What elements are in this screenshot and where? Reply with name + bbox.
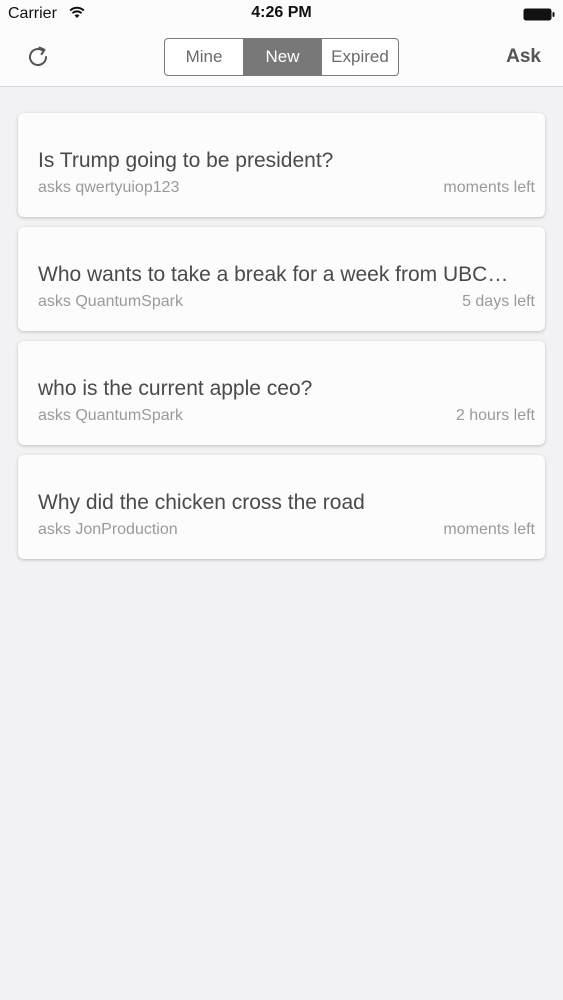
refresh-button[interactable] (22, 41, 54, 73)
question-title: Why did the chicken cross the road (38, 491, 365, 514)
tab-expired[interactable]: Expired (321, 39, 398, 75)
tab-mine-label: Mine (185, 47, 223, 66)
question-time-left: 2 hours left (455, 407, 535, 424)
filter-segmented-control: Mine New Expired (164, 38, 399, 76)
tab-new-label: New (265, 47, 300, 66)
question-title: Is Trump going to be president? (38, 149, 334, 172)
tab-new[interactable]: New (243, 39, 321, 75)
question-list: Is Trump going to be president? asks qwe… (18, 113, 545, 569)
status-bar: Carrier 4:26 PM (0, 0, 563, 28)
question-author: asks QuantumSpark (38, 293, 183, 310)
question-time-left: moments left (443, 521, 535, 538)
question-card[interactable]: who is the current apple ceo? asks Quant… (18, 341, 545, 445)
question-card[interactable]: Why did the chicken cross the road asks … (18, 455, 545, 559)
ask-button[interactable]: Ask (506, 46, 541, 68)
question-author: asks qwertyuiop123 (38, 179, 180, 196)
question-card[interactable]: Who wants to take a break for a week fro… (18, 227, 545, 331)
question-title: Who wants to take a break for a week fro… (38, 263, 509, 286)
question-card[interactable]: Is Trump going to be president? asks qwe… (18, 113, 545, 217)
tab-mine[interactable]: Mine (165, 39, 243, 75)
battery-icon (523, 8, 555, 21)
nav-bar: Mine New Expired Ask (0, 28, 563, 87)
clock: 4:26 PM (251, 4, 312, 21)
question-title: who is the current apple ceo? (38, 377, 313, 400)
question-time-left: 5 days left (462, 293, 535, 310)
refresh-icon (29, 46, 47, 66)
question-time-left: moments left (443, 179, 535, 196)
question-author: asks JonProduction (38, 521, 178, 538)
tab-expired-label: Expired (331, 47, 389, 66)
question-author: asks QuantumSpark (38, 407, 183, 424)
